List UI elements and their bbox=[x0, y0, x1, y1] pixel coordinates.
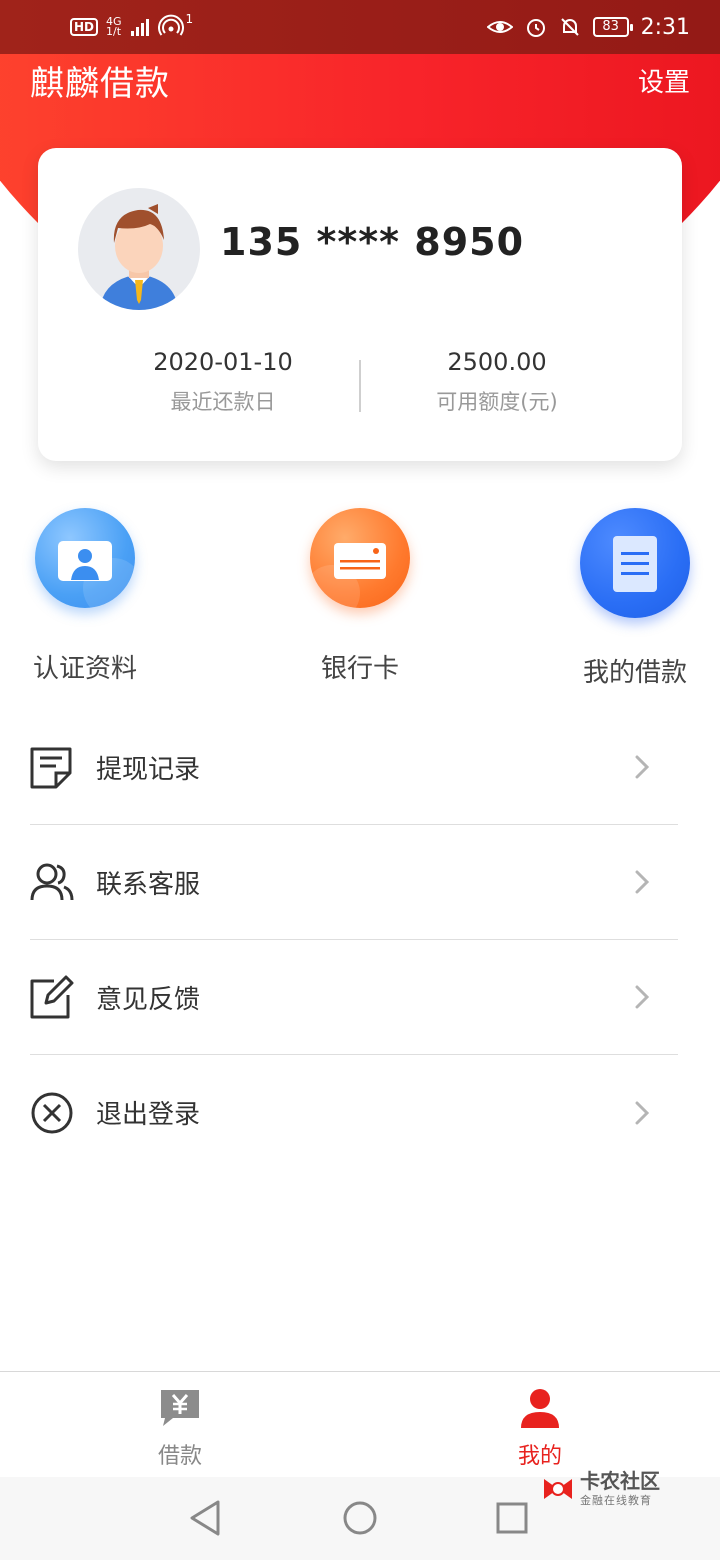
bottom-tab-bar: 借款 我的 bbox=[0, 1371, 720, 1477]
quick-action-bank-card[interactable]: 银行卡 bbox=[275, 508, 445, 685]
menu-item-withdraw-records[interactable]: 提现记录 bbox=[30, 710, 678, 825]
quick-action-label: 银行卡 bbox=[320, 654, 399, 684]
chevron-right-icon bbox=[635, 870, 650, 894]
chevron-right-icon bbox=[635, 755, 650, 779]
document-icon bbox=[580, 508, 690, 618]
profile-card: 135 **** 8950 2020-01-10 最近还款日 2500.00 可… bbox=[38, 148, 682, 461]
quick-action-label: 认证资料 bbox=[32, 654, 137, 684]
menu-item-feedback[interactable]: 意见反馈 bbox=[30, 940, 678, 1055]
edit-icon bbox=[30, 975, 74, 1019]
avatar[interactable] bbox=[78, 188, 200, 310]
contacts-icon bbox=[30, 863, 74, 901]
hd-icon: HD bbox=[70, 18, 99, 36]
tab-label: 借款 bbox=[157, 1444, 202, 1469]
battery-icon: 83 bbox=[592, 17, 633, 37]
settings-button[interactable]: 设置 bbox=[638, 62, 690, 99]
network-type: 4G 1/t bbox=[106, 15, 122, 38]
menu-item-label: 退出登录 bbox=[96, 1100, 201, 1130]
hotspot-count: 1 bbox=[185, 12, 194, 26]
phone-number: 135 **** 8950 bbox=[220, 220, 525, 264]
menu-item-customer-service[interactable]: 联系客服 bbox=[30, 825, 678, 940]
menu-item-logout[interactable]: 退出登录 bbox=[30, 1055, 678, 1170]
close-circle-icon bbox=[31, 1092, 73, 1133]
recent-repayment: 2020-01-10 最近还款日 bbox=[73, 348, 373, 416]
watermark-logo-icon bbox=[544, 1479, 572, 1499]
clock: 2:31 bbox=[640, 14, 690, 40]
tab-loan[interactable]: 借款 bbox=[100, 1388, 260, 1470]
available-credit-label: 可用额度(元) bbox=[436, 390, 558, 414]
watermark-subtitle: 金融在线教育 bbox=[580, 1494, 652, 1507]
menu-item-label: 提现记录 bbox=[96, 754, 201, 785]
back-icon[interactable] bbox=[188, 1499, 222, 1537]
chevron-right-icon bbox=[635, 985, 650, 1009]
person-icon bbox=[521, 1389, 559, 1428]
chevron-right-icon bbox=[635, 1101, 650, 1124]
recents-icon[interactable] bbox=[495, 1501, 529, 1535]
bank-card-icon bbox=[310, 508, 410, 608]
menu-item-label: 意见反馈 bbox=[96, 984, 201, 1015]
id-card-icon bbox=[35, 508, 135, 608]
available-credit-value: 2500.00 bbox=[447, 348, 547, 376]
watermark-title: 卡农社区 bbox=[580, 1469, 660, 1493]
status-bar: HD 4G 1/t 1 83 2:31 bbox=[0, 0, 720, 54]
available-credit: 2500.00 可用额度(元) bbox=[347, 348, 647, 416]
mute-icon bbox=[560, 18, 579, 36]
signal-icon bbox=[130, 19, 149, 36]
quick-action-label: 我的借款 bbox=[582, 658, 687, 688]
alarm-icon bbox=[526, 19, 545, 37]
quick-action-my-loans[interactable]: 我的借款 bbox=[555, 508, 715, 689]
menu-list: 提现记录 联系客服 意见反馈 退出登录 bbox=[30, 710, 678, 1170]
app-title: 麒麟借款 bbox=[30, 64, 170, 104]
tab-me[interactable]: 我的 bbox=[460, 1388, 620, 1470]
yen-chat-icon bbox=[161, 1390, 199, 1426]
record-icon bbox=[30, 747, 72, 789]
home-icon[interactable] bbox=[342, 1500, 378, 1536]
watermark: 卡农社区 金融在线教育 bbox=[540, 1470, 660, 1508]
eye-icon bbox=[486, 21, 513, 33]
recent-repayment-label: 最近还款日 bbox=[170, 390, 276, 414]
hotspot-icon bbox=[157, 14, 184, 36]
menu-item-label: 联系客服 bbox=[96, 869, 201, 900]
recent-repayment-date: 2020-01-10 bbox=[153, 348, 293, 376]
quick-action-verification[interactable]: 认证资料 bbox=[0, 508, 170, 685]
tab-label: 我的 bbox=[517, 1444, 562, 1469]
